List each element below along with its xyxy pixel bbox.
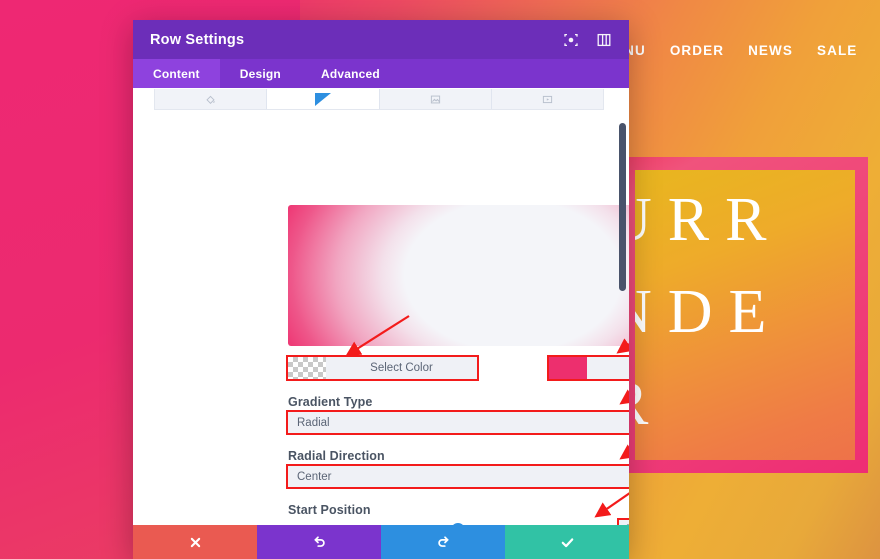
select-color-start-label[interactable]: Select Color	[326, 357, 477, 379]
color-stop-start[interactable]: Select Color	[286, 355, 479, 381]
close-icon	[190, 537, 200, 547]
modal-body: Select Color Select Color Gradient Type …	[133, 88, 629, 525]
undo-icon	[313, 535, 325, 547]
background-type-video[interactable]	[492, 89, 603, 109]
paint-bucket-icon	[206, 95, 215, 104]
radial-direction-label: Radial Direction	[288, 449, 385, 463]
color-swatch-start[interactable]	[288, 357, 326, 379]
hero-line-3: R	[635, 358, 855, 450]
start-position-slider-knob[interactable]	[451, 523, 465, 525]
cancel-button[interactable]	[133, 525, 257, 559]
modal-header: Row Settings	[133, 20, 629, 59]
radial-direction-value: Center	[297, 470, 332, 483]
gradient-color-stops: Select Color Select Color	[286, 355, 629, 381]
tab-design[interactable]: Design	[220, 59, 301, 88]
save-button[interactable]	[505, 525, 629, 559]
site-navigation: ENU ORDER NEWS SALE ABOU	[614, 43, 880, 58]
layout-columns-icon[interactable]	[596, 32, 612, 48]
start-position-label: Start Position	[288, 503, 371, 517]
modal-scrollbar[interactable]	[619, 123, 626, 291]
start-position-input[interactable]: 56%	[617, 518, 629, 525]
radial-direction-select[interactable]: Center ▾	[286, 464, 629, 489]
row-settings-modal: Row Settings Content Design Advanced Sel…	[133, 20, 629, 559]
nav-item-sale[interactable]: SALE	[817, 43, 857, 58]
hero-poster-inner: URR NDE R	[635, 170, 855, 460]
page-title: Row Settings	[150, 31, 245, 48]
background-type-color[interactable]	[155, 89, 268, 109]
video-icon	[542, 95, 552, 103]
undo-button[interactable]	[257, 525, 381, 559]
hero-line-2: NDE	[635, 278, 783, 346]
tab-content[interactable]: Content	[133, 59, 220, 88]
color-stop-end[interactable]: Select Color	[547, 355, 629, 381]
focus-target-icon[interactable]	[563, 32, 579, 48]
gradient-type-label: Gradient Type	[288, 395, 373, 409]
screenshot-root: ENU ORDER NEWS SALE ABOU URR NDE R Row S…	[0, 0, 880, 559]
color-swatch-end[interactable]	[549, 357, 587, 379]
gradient-type-select[interactable]: Radial ▾	[286, 410, 629, 435]
modal-tabs: Content Design Advanced	[133, 59, 629, 88]
gradient-icon	[314, 92, 331, 106]
background-type-gradient[interactable]	[267, 89, 380, 109]
background-type-tabs	[154, 89, 604, 110]
background-type-image[interactable]	[380, 89, 492, 109]
gradient-type-value: Radial	[297, 416, 330, 429]
hero-line-1: URR	[635, 186, 783, 254]
start-position-value: 56%	[626, 524, 629, 525]
redo-button[interactable]	[381, 525, 505, 559]
check-icon	[561, 537, 573, 547]
nav-item-order[interactable]: ORDER	[670, 43, 724, 58]
image-icon	[430, 95, 440, 103]
select-color-end-label[interactable]: Select Color	[587, 357, 629, 379]
gradient-preview	[288, 205, 629, 346]
tab-advanced[interactable]: Advanced	[301, 59, 400, 88]
hero-poster-card: URR NDE R	[622, 157, 868, 473]
modal-header-actions	[563, 32, 612, 48]
nav-item-news[interactable]: NEWS	[748, 43, 793, 58]
redo-icon	[437, 535, 449, 547]
modal-footer	[133, 525, 629, 559]
